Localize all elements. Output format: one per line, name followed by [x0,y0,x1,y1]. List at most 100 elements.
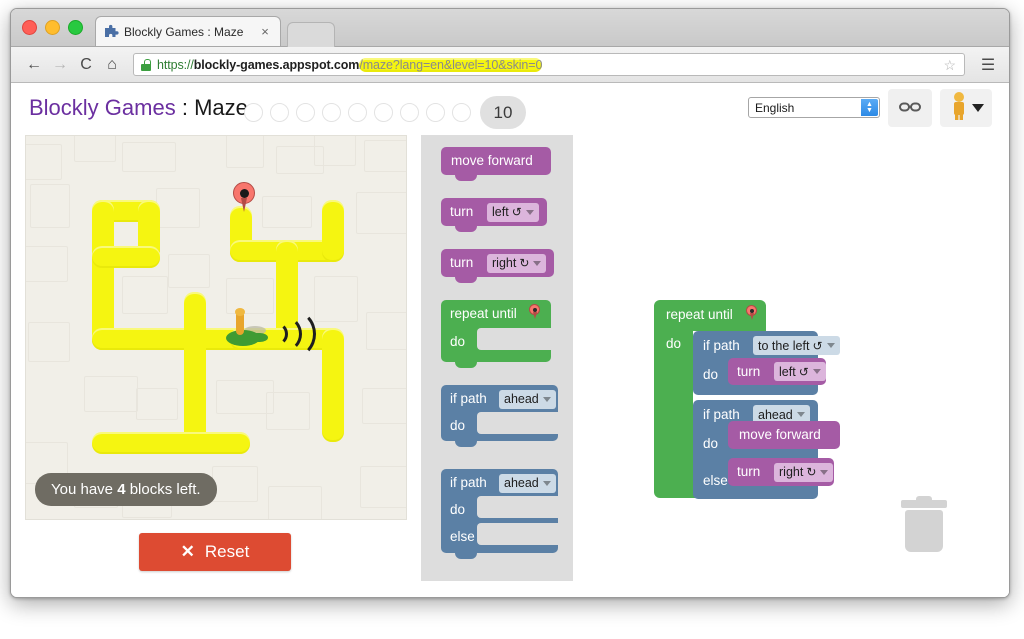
block-label: if path [450,391,487,406]
direction-dropdown[interactable]: right ↻ [774,462,834,482]
url-text: https://blockly-games.appspot.com/maze?l… [157,57,542,72]
dropdown-value: ahead [758,407,793,422]
title-separator: : [175,95,195,120]
new-tab-button[interactable] [287,22,335,47]
blockly-puzzle-icon [104,24,119,39]
rotate-cw-icon: ↻ [806,465,817,479]
close-x-icon: ✕ [180,542,195,561]
status-message: You have 4 blocks left. [35,473,217,506]
block-label: turn [450,255,474,270]
level-dot-1[interactable] [244,103,263,122]
dropdown-value: ahead [504,476,539,490]
reload-icon[interactable]: C [73,52,99,78]
path-dropdown[interactable]: to the left ↺ [753,336,840,355]
blockly-toolbox-flyout[interactable]: move forward turn left ↺ turn right ↻ re… [421,135,573,581]
toolbox-block-if-else[interactable]: if path ahead do else [441,469,558,559]
bookmark-star-icon[interactable]: ☆ [943,58,956,72]
block-slot[interactable] [477,412,558,434]
block-slot[interactable] [477,523,558,545]
level-dot-8[interactable] [426,103,445,122]
close-icon[interactable]: × [258,25,272,39]
minimize-window-button[interactable] [45,20,60,35]
level-dot-2[interactable] [270,103,289,122]
direction-dropdown[interactable]: left ↺ [487,202,539,222]
workspace-block-turn-right[interactable]: turn right ↻ [728,458,834,486]
level-dot-6[interactable] [374,103,393,122]
toolbox-block-turn-right[interactable]: turn right ↻ [441,249,554,283]
chevron-down-icon [542,396,551,402]
block-notch [455,226,477,232]
brand-name[interactable]: Blockly Games [29,95,176,120]
chevron-down-icon [820,469,829,475]
block-label: if path [703,407,740,422]
dropdown-value: to the left [758,338,810,353]
maze-bg-shape [362,388,406,424]
level-dot-5[interactable] [348,103,367,122]
block-label: if path [703,338,740,353]
home-icon[interactable]: ⌂ [99,52,125,78]
toolbox-block-move-forward[interactable]: move forward [441,147,551,181]
browser-tab[interactable]: Blockly Games : Maze × [95,16,281,46]
maze-bg-shape [212,466,258,502]
level-dot-3[interactable] [296,103,315,122]
block-label: turn [450,204,474,219]
maze-bg-shape [366,312,406,350]
dropdown-value: left [779,364,796,379]
block-slot[interactable] [477,328,551,350]
level-dot-9[interactable] [452,103,471,122]
maze-bg-shape [122,142,176,172]
sound-wave-icon [272,310,316,358]
avatar-menu-button[interactable] [940,89,992,127]
toolbox-block-if-path[interactable]: if path ahead do [441,385,558,447]
direction-dropdown[interactable]: left ↺ [774,362,826,381]
rotate-ccw-icon: ↺ [798,364,809,379]
path-dropdown[interactable]: ahead [499,473,556,493]
maze-bg-shape [30,184,70,228]
block-slot[interactable] [477,496,558,518]
maze-path-segment [92,246,160,268]
block-do-label: do [450,418,466,433]
direction-dropdown[interactable]: right ↻ [487,253,547,273]
forward-icon[interactable]: → [47,52,73,78]
desktop-background: Blockly Games : Maze × ← → C ⌂ https://b… [0,0,1024,639]
path-dropdown[interactable]: ahead [499,389,556,409]
toolbox-block-turn-left[interactable]: turn left ↺ [441,198,547,232]
maze-bg-shape [266,392,310,430]
block-notch [455,277,477,283]
block-notch [455,553,477,559]
workspace-block-turn-left[interactable]: turn left ↺ [728,358,826,385]
blockly-workspace[interactable]: move forward turn left ↺ turn right ↻ re… [421,135,1009,597]
rotate-cw-icon: ↻ [519,256,530,270]
address-bar[interactable]: https://blockly-games.appspot.com/maze?l… [133,53,965,76]
trash-can-icon[interactable] [901,496,947,552]
maximize-window-button[interactable] [68,20,83,35]
status-count: 4 [117,481,126,498]
maze-bg-shape [26,144,62,180]
maze-panel: You have 4 blocks left. [25,135,407,520]
close-window-button[interactable] [22,20,37,35]
reset-button[interactable]: ✕ Reset [139,533,291,571]
game-header: Blockly Games : Maze 10 English ▲ ▼ [11,83,1009,135]
level-dot-7[interactable] [400,103,419,122]
block-else-label: else [703,473,728,488]
dropdown-value: left [492,205,509,219]
dropdown-value: right [492,256,517,270]
reset-button-label: Reset [204,542,250,561]
language-value: English [755,100,795,115]
status-suffix: blocks left. [125,481,201,498]
back-icon[interactable]: ← [21,52,47,78]
tab-title: Blockly Games : Maze [124,24,244,39]
toolbox-block-repeat-until[interactable]: repeat until do [441,300,551,368]
level-dot-4[interactable] [322,103,341,122]
language-select[interactable]: English ▲ ▼ [748,97,880,118]
block-do-label: do [450,334,466,349]
url-host: blockly-games.appspot.com [193,57,360,72]
share-link-button[interactable] [888,89,932,127]
maze-canvas[interactable]: You have 4 blocks left. [25,135,407,520]
map-pin-icon [746,305,757,320]
maze-bg-shape [74,136,116,162]
maze-path-segment [184,292,206,444]
workspace-block-move-forward[interactable]: move forward [728,421,840,449]
window-controls[interactable] [22,20,83,35]
browser-menu-icon[interactable]: ☰ [977,55,999,75]
